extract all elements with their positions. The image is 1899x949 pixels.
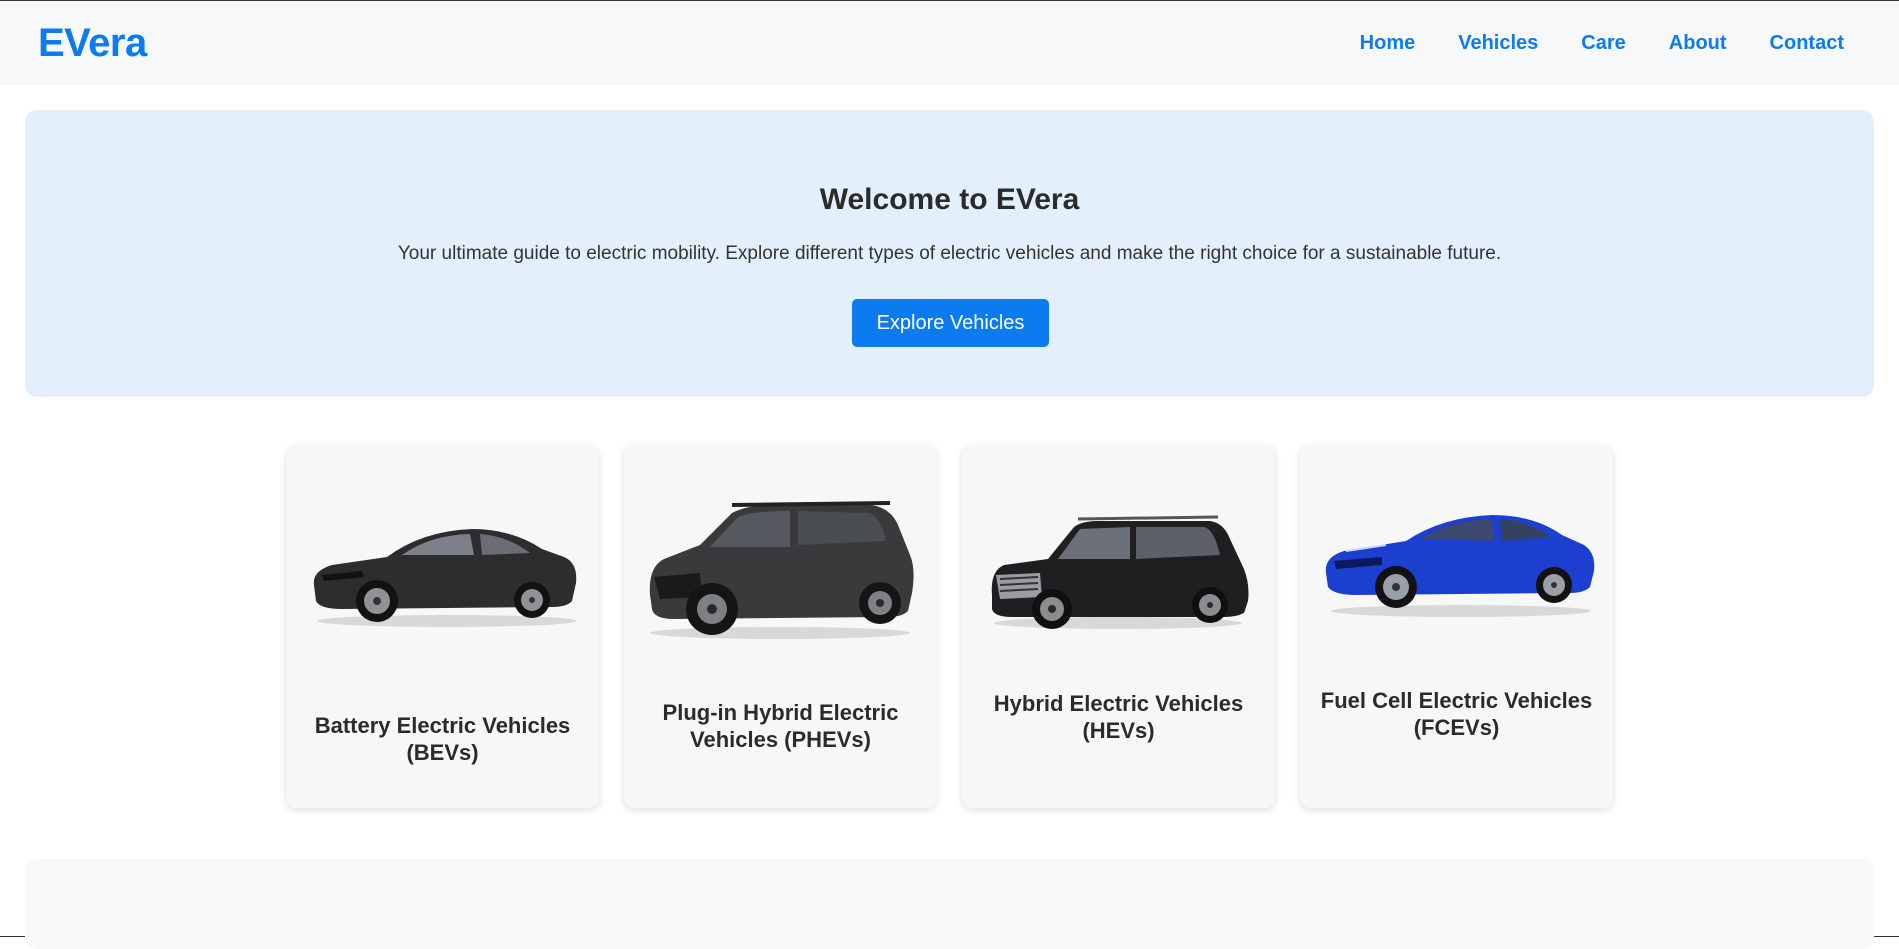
card-title-bev: Battery Electric Vehicles (BEVs): [314, 713, 571, 765]
hero-title: Welcome to EVera: [819, 183, 1080, 216]
black-sedan-car-image: [313, 529, 577, 627]
nav-link-about[interactable]: About: [1669, 32, 1727, 55]
vehicle-card-bev[interactable]: Battery Electric Vehicles (BEVs): [286, 445, 599, 808]
card-title-hev: Hybrid Electric Vehicles (HEVs): [993, 691, 1244, 743]
nav-link-care[interactable]: Care: [1581, 32, 1625, 55]
vehicle-card-hev[interactable]: Hybrid Electric Vehicles (HEVs): [962, 445, 1275, 808]
card-title-fcev: Fuel Cell Electric Vehicles (FCEVs): [1320, 688, 1593, 740]
black-suv-car-image: [991, 515, 1249, 629]
nav-link-home[interactable]: Home: [1360, 32, 1416, 55]
hero-section: Welcome to EVera Your ultimate guide to …: [25, 110, 1874, 397]
vehicle-card-phev[interactable]: Plug-in Hybrid Electric Vehicles (PHEVs): [624, 445, 937, 808]
nav-link-contact[interactable]: Contact: [1770, 32, 1844, 55]
info-section: [25, 859, 1874, 949]
blue-sedan-car-image: [1325, 515, 1595, 617]
grey-suv-car-image: [649, 501, 914, 639]
main-nav: Home Vehicles Care About Contact: [1360, 32, 1844, 55]
hero-subtitle: Your ultimate guide to electric mobility…: [397, 243, 1502, 264]
nav-link-vehicles[interactable]: Vehicles: [1458, 32, 1538, 55]
vehicle-card-fcev[interactable]: Fuel Cell Electric Vehicles (FCEVs): [1300, 445, 1613, 808]
vehicle-types-section: Battery Electric Vehicles (BEVs) Plug-in…: [286, 445, 1613, 808]
card-title-phev: Plug-in Hybrid Electric Vehicles (PHEVs): [662, 700, 899, 752]
brand-logo[interactable]: EVera: [38, 21, 147, 66]
site-header: EVera Home Vehicles Care About Contact: [0, 1, 1899, 85]
explore-vehicles-button[interactable]: Explore Vehicles: [852, 299, 1049, 347]
